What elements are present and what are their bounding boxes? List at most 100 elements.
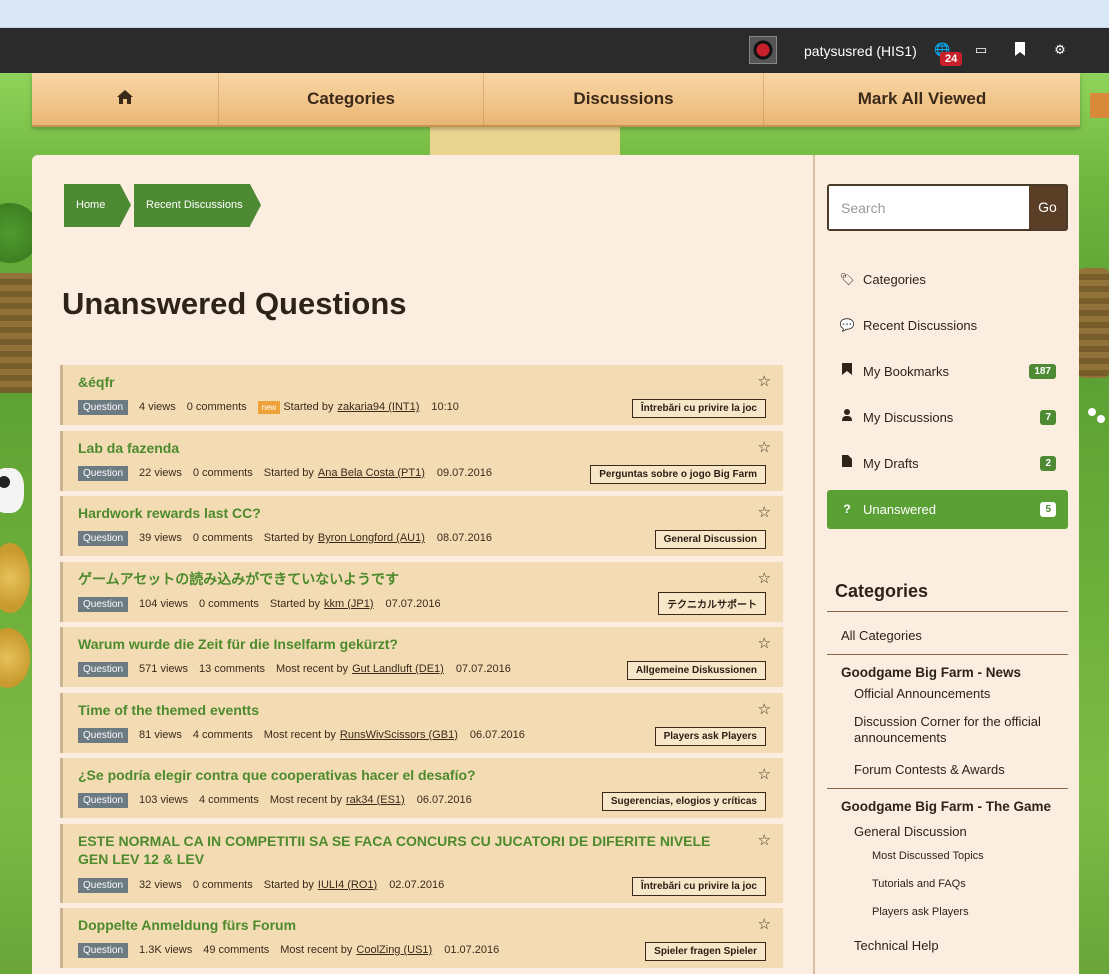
- author-link[interactable]: Byron Longford (AU1): [318, 532, 425, 544]
- author-link[interactable]: rak34 (ES1): [346, 794, 405, 806]
- bookmark-star-icon[interactable]: ☆: [758, 765, 771, 783]
- category-label-link[interactable]: Întrebări cu privire la joc: [631, 399, 766, 418]
- author-link[interactable]: CoolZing (US1): [356, 944, 432, 956]
- category-label-link[interactable]: Întrebări cu privire la joc: [631, 876, 766, 896]
- category-label-link[interactable]: Allgemeine Diskussionen: [626, 661, 766, 680]
- bookmark-star-icon[interactable]: ☆: [758, 700, 771, 718]
- sidebar-item-categories[interactable]: 🏷 Categories: [827, 260, 1068, 299]
- author-label: Most recent by: [280, 944, 353, 956]
- nav-home[interactable]: [32, 73, 219, 125]
- category-label-link[interactable]: Sugerencias, elogios y críticas: [601, 792, 766, 811]
- bookmark-icon[interactable]: [1012, 42, 1028, 58]
- page-title: Unanswered Questions: [62, 286, 407, 321]
- category-general-discussion[interactable]: General Discussion: [827, 824, 1068, 848]
- bookmark-star-icon[interactable]: ☆: [758, 438, 771, 456]
- author-link[interactable]: Ana Bela Costa (PT1): [318, 467, 425, 479]
- author-link[interactable]: zakaria94 (INT1): [337, 401, 419, 413]
- discussion-meta: Question 104 views 0 comments Started by kkm…: [78, 596, 452, 612]
- comments-icon: 💬: [839, 318, 855, 332]
- category-all[interactable]: All Categories: [827, 611, 1068, 654]
- category-label-link[interactable]: Spieler fragen Spieler: [645, 942, 766, 961]
- discussion-title-link[interactable]: ¿Se podría elegir contra que cooperativa…: [78, 766, 743, 784]
- sidebar-item-label: My Drafts: [863, 456, 919, 471]
- search-input[interactable]: [829, 186, 1029, 229]
- avatar[interactable]: [749, 36, 777, 64]
- breadcrumb-home[interactable]: Home: [64, 184, 131, 227]
- sidebar-item-recent-discussions[interactable]: 💬 Recent Discussions: [827, 306, 1068, 345]
- discussion-title-link[interactable]: Lab da fazenda: [78, 439, 743, 457]
- comment-count: 4 comments: [198, 794, 259, 806]
- author-link[interactable]: IULI4 (RO1): [318, 879, 377, 891]
- nav-categories[interactable]: Categories: [219, 73, 484, 125]
- comment-count: 0 comments: [192, 466, 253, 479]
- settings-gear-icon[interactable]: ⚙: [1052, 42, 1068, 58]
- discussion-title-link[interactable]: Hardwork rewards last CC?: [78, 504, 743, 522]
- discussion-title-link[interactable]: &éqfr: [78, 373, 743, 391]
- nav-mark-all-viewed[interactable]: Mark All Viewed: [764, 73, 1080, 125]
- category-label-link[interactable]: テクニカルサポート: [658, 591, 766, 615]
- sidebar-item-my-bookmarks[interactable]: My Bookmarks 187: [827, 352, 1068, 391]
- discussion-title-link[interactable]: Time of the themed eventts: [78, 701, 743, 719]
- bookmark-star-icon[interactable]: ☆: [758, 915, 771, 933]
- category-technical-help[interactable]: Technical Help: [827, 938, 1068, 954]
- discussion-meta: Question 32 views 0 comments Started by IULI…: [78, 877, 455, 893]
- main-content: Home Recent Discussions Unanswered Quest…: [32, 155, 813, 974]
- discussion-title-link[interactable]: Doppelte Anmeldung fürs Forum: [78, 916, 743, 934]
- view-count: 22 views: [139, 466, 182, 479]
- inbox-icon[interactable]: ▭: [973, 42, 989, 58]
- category-group-the-game[interactable]: Goodgame Big Farm - The Game: [827, 788, 1068, 824]
- username-link[interactable]: patysusred (HIS1): [804, 43, 917, 59]
- category-label-link[interactable]: Players ask Players: [654, 726, 766, 746]
- cow-decoration: [0, 468, 24, 513]
- breadcrumb-recent-discussions[interactable]: Recent Discussions: [134, 184, 261, 227]
- discussion-meta: Question 39 views 0 comments Started by Byro…: [78, 531, 503, 546]
- discussion-title-link[interactable]: ゲームアセットの読み込みができていないようです: [78, 570, 743, 588]
- home-icon: [117, 89, 133, 108]
- nav-discussions[interactable]: Discussions: [484, 73, 764, 125]
- discussion-date: 08.07.2016: [436, 532, 492, 544]
- discussion-row: &éqfr ☆ Question 4 views 0 comments new Starte…: [60, 365, 783, 425]
- bookmark-star-icon[interactable]: ☆: [758, 503, 771, 521]
- discussion-row: Doppelte Anmeldung fürs Forum ☆ Question 1.…: [60, 908, 783, 968]
- category-players-ask-players[interactable]: Players ask Players: [827, 904, 1068, 938]
- user-topbar: patysusred (HIS1) 🌐 24 ▭ ⚙: [0, 28, 1109, 73]
- discussion-row: Hardwork rewards last CC? ☆ Question 39 vie…: [60, 496, 783, 556]
- category-official-announcements[interactable]: Official Announcements: [827, 686, 1068, 714]
- author-label: Started by: [263, 532, 314, 544]
- view-count: 81 views: [139, 728, 182, 741]
- author-link[interactable]: Gut Landluft (DE1): [352, 663, 444, 675]
- discussion-title-link[interactable]: Warum wurde die Zeit für die Inselfarm g…: [78, 635, 743, 653]
- category-forum-contests[interactable]: Forum Contests & Awards: [827, 762, 1068, 788]
- author-link[interactable]: RunsWivScissors (GB1): [340, 729, 458, 741]
- sidebar-item-label: Recent Discussions: [863, 318, 978, 333]
- discussion-row: Warum wurde die Zeit für die Inselfarm g…: [60, 627, 783, 687]
- sidebar-item-my-discussions[interactable]: My Discussions 7: [827, 398, 1068, 437]
- question-tag: Question: [78, 596, 129, 612]
- sidebar-item-my-drafts[interactable]: My Drafts 2: [827, 444, 1068, 483]
- discussion-row: ¿Se podría elegir contra que cooperativa…: [60, 758, 783, 818]
- categories-heading: Categories: [835, 581, 929, 601]
- category-most-discussed[interactable]: Most Discussed Topics: [827, 848, 1068, 876]
- category-label-link[interactable]: General Discussion: [654, 530, 766, 549]
- search-box: Go: [827, 184, 1068, 231]
- comment-count: 13 comments: [198, 663, 265, 675]
- sidebar-item-unanswered[interactable]: ? Unanswered 5: [827, 490, 1068, 529]
- bookmark-star-icon[interactable]: ☆: [758, 831, 771, 849]
- question-tag: Question: [78, 531, 129, 546]
- bookmark-star-icon[interactable]: ☆: [758, 372, 771, 390]
- author-link[interactable]: kkm (JP1): [324, 598, 374, 610]
- question-tag: Question: [78, 400, 129, 415]
- discussion-row: Time of the themed eventts ☆ Question 81 vi…: [60, 692, 783, 753]
- category-label-link[interactable]: Perguntas sobre o jogo Big Farm: [590, 464, 766, 484]
- discussion-meta: Question 22 views 0 comments Started by Ana …: [78, 465, 503, 481]
- bookmark-star-icon[interactable]: ☆: [758, 634, 771, 652]
- search-go-button[interactable]: Go: [1029, 186, 1066, 229]
- discussion-date: 06.07.2016: [416, 794, 472, 806]
- category-group-news[interactable]: Goodgame Big Farm - News: [827, 654, 1068, 690]
- category-tutorials-faqs[interactable]: Tutorials and FAQs: [827, 876, 1068, 904]
- category-discussion-corner[interactable]: Discussion Corner for the official annou…: [827, 714, 1068, 762]
- sidebar-item-label: Unanswered: [863, 502, 936, 517]
- tags-icon: 🏷: [839, 272, 855, 286]
- discussion-title-link[interactable]: ESTE NORMAL CA IN COMPETITII SA SE FACA …: [78, 832, 743, 868]
- bookmark-star-icon[interactable]: ☆: [758, 569, 771, 587]
